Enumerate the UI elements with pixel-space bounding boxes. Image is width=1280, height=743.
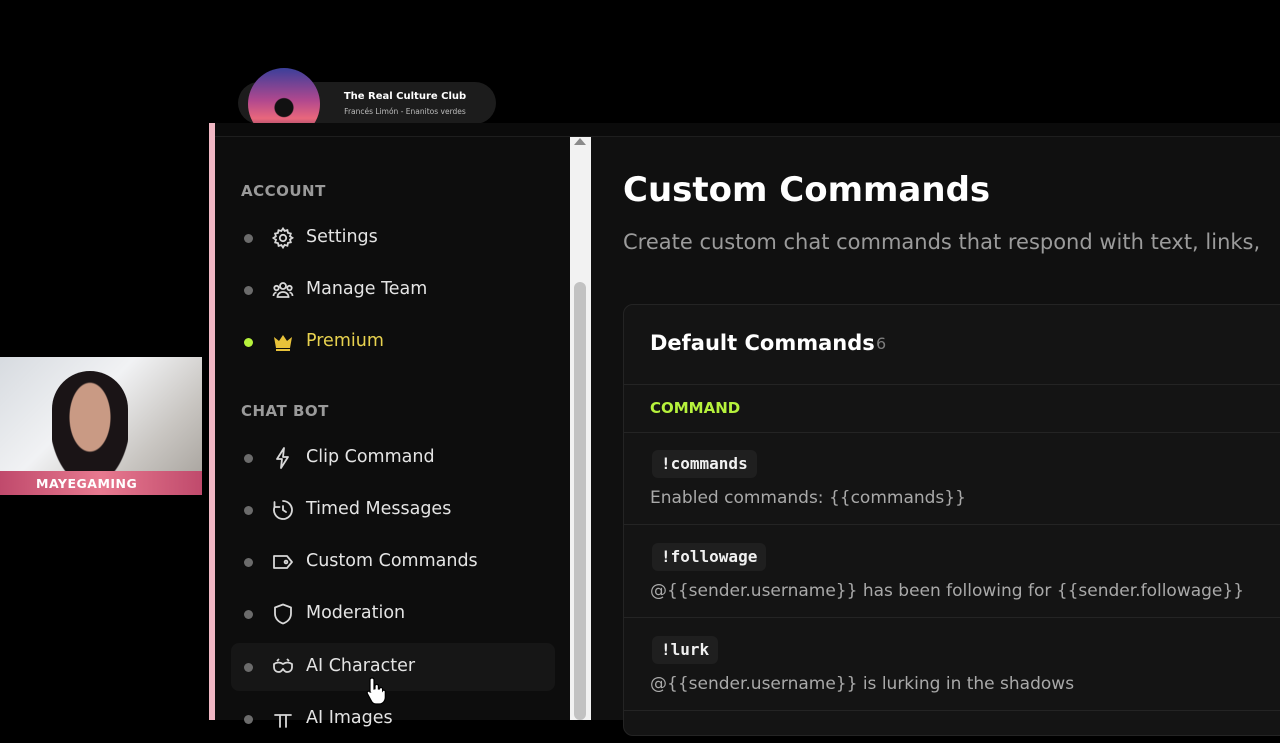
- divider: [624, 384, 1280, 385]
- lightning-icon: [271, 446, 295, 470]
- sidebar-item-label: Custom Commands: [306, 551, 478, 571]
- command-count: 6: [876, 334, 887, 353]
- sidebar-item-label: Manage Team: [306, 279, 428, 299]
- status-dot: [244, 610, 253, 619]
- command-name[interactable]: !lurk: [652, 636, 719, 664]
- status-dot-active: [244, 338, 253, 347]
- section-label-account: ACCOUNT: [241, 182, 326, 200]
- command-response: Enabled commands: {{commands}}: [650, 488, 966, 508]
- command-response: @{{sender.username}} has been following …: [650, 581, 1245, 601]
- sidebar-item-label: Timed Messages: [306, 499, 452, 519]
- status-dot: [244, 663, 253, 672]
- status-dot: [244, 454, 253, 463]
- card-title: Default Commands: [650, 331, 875, 355]
- sidebar-item-label: Clip Command: [306, 447, 435, 467]
- divider: [624, 524, 1280, 525]
- sidebar-item-clip-command[interactable]: Clip Command: [231, 434, 555, 482]
- sidebar-item-label: Moderation: [306, 603, 406, 623]
- ai-mask-icon: [271, 655, 295, 679]
- now-playing-artist: Francés Limón - Enanitos verdes: [344, 107, 466, 116]
- page-subtitle: Create custom chat commands that respond…: [623, 230, 1261, 254]
- divider: [624, 432, 1280, 433]
- default-commands-card: [623, 304, 1280, 736]
- now-playing-title: The Real Culture Club: [343, 91, 467, 102]
- divider: [624, 710, 1280, 711]
- window-top-strip: [215, 123, 1280, 137]
- page-title: Custom Commands: [623, 170, 991, 210]
- section-label-chat-bot: CHAT BOT: [241, 402, 329, 420]
- status-dot: [244, 558, 253, 567]
- sidebar-item-label: AI Images: [306, 708, 393, 728]
- timer-icon: [271, 498, 295, 522]
- status-dot: [244, 286, 253, 295]
- command-name[interactable]: !commands: [652, 450, 757, 478]
- scroll-up-arrow-icon[interactable]: [574, 138, 586, 145]
- gear-icon: [271, 226, 295, 250]
- sidebar-item-manage-team[interactable]: Manage Team: [231, 266, 555, 314]
- webcam-name: MAYEGAMING: [36, 476, 138, 491]
- shield-icon: [271, 602, 295, 626]
- command-response: @{{sender.username}} is lurking in the s…: [650, 674, 1075, 694]
- sidebar-item-label: Premium: [306, 331, 384, 351]
- sidebar-item-ai-images[interactable]: AI Images: [231, 695, 555, 743]
- webcam-overlay: [0, 357, 202, 495]
- command-name[interactable]: !followage: [652, 543, 767, 571]
- tag-icon: [271, 550, 295, 574]
- status-dot: [244, 506, 253, 515]
- sidebar-item-moderation[interactable]: Moderation: [231, 590, 555, 638]
- sidebar-item-ai-character[interactable]: AI Character: [231, 643, 555, 691]
- pi-icon: [271, 707, 295, 731]
- divider: [624, 617, 1280, 618]
- status-dot: [244, 234, 253, 243]
- streamer-video: [52, 371, 128, 481]
- sidebar-item-label: Settings: [306, 227, 378, 247]
- sidebar-item-premium[interactable]: Premium: [231, 318, 555, 366]
- sidebar-item-label: AI Character: [306, 656, 416, 676]
- sidebar-item-timed-messages[interactable]: Timed Messages: [231, 486, 555, 534]
- sidebar-item-settings[interactable]: Settings: [231, 214, 555, 262]
- scrollbar-thumb[interactable]: [574, 282, 586, 720]
- crown-icon: [271, 330, 295, 354]
- hand-cursor-icon: [366, 676, 386, 706]
- column-header-command: COMMAND: [650, 399, 741, 417]
- team-icon: [271, 278, 295, 302]
- sidebar-item-custom-commands[interactable]: Custom Commands: [231, 538, 555, 586]
